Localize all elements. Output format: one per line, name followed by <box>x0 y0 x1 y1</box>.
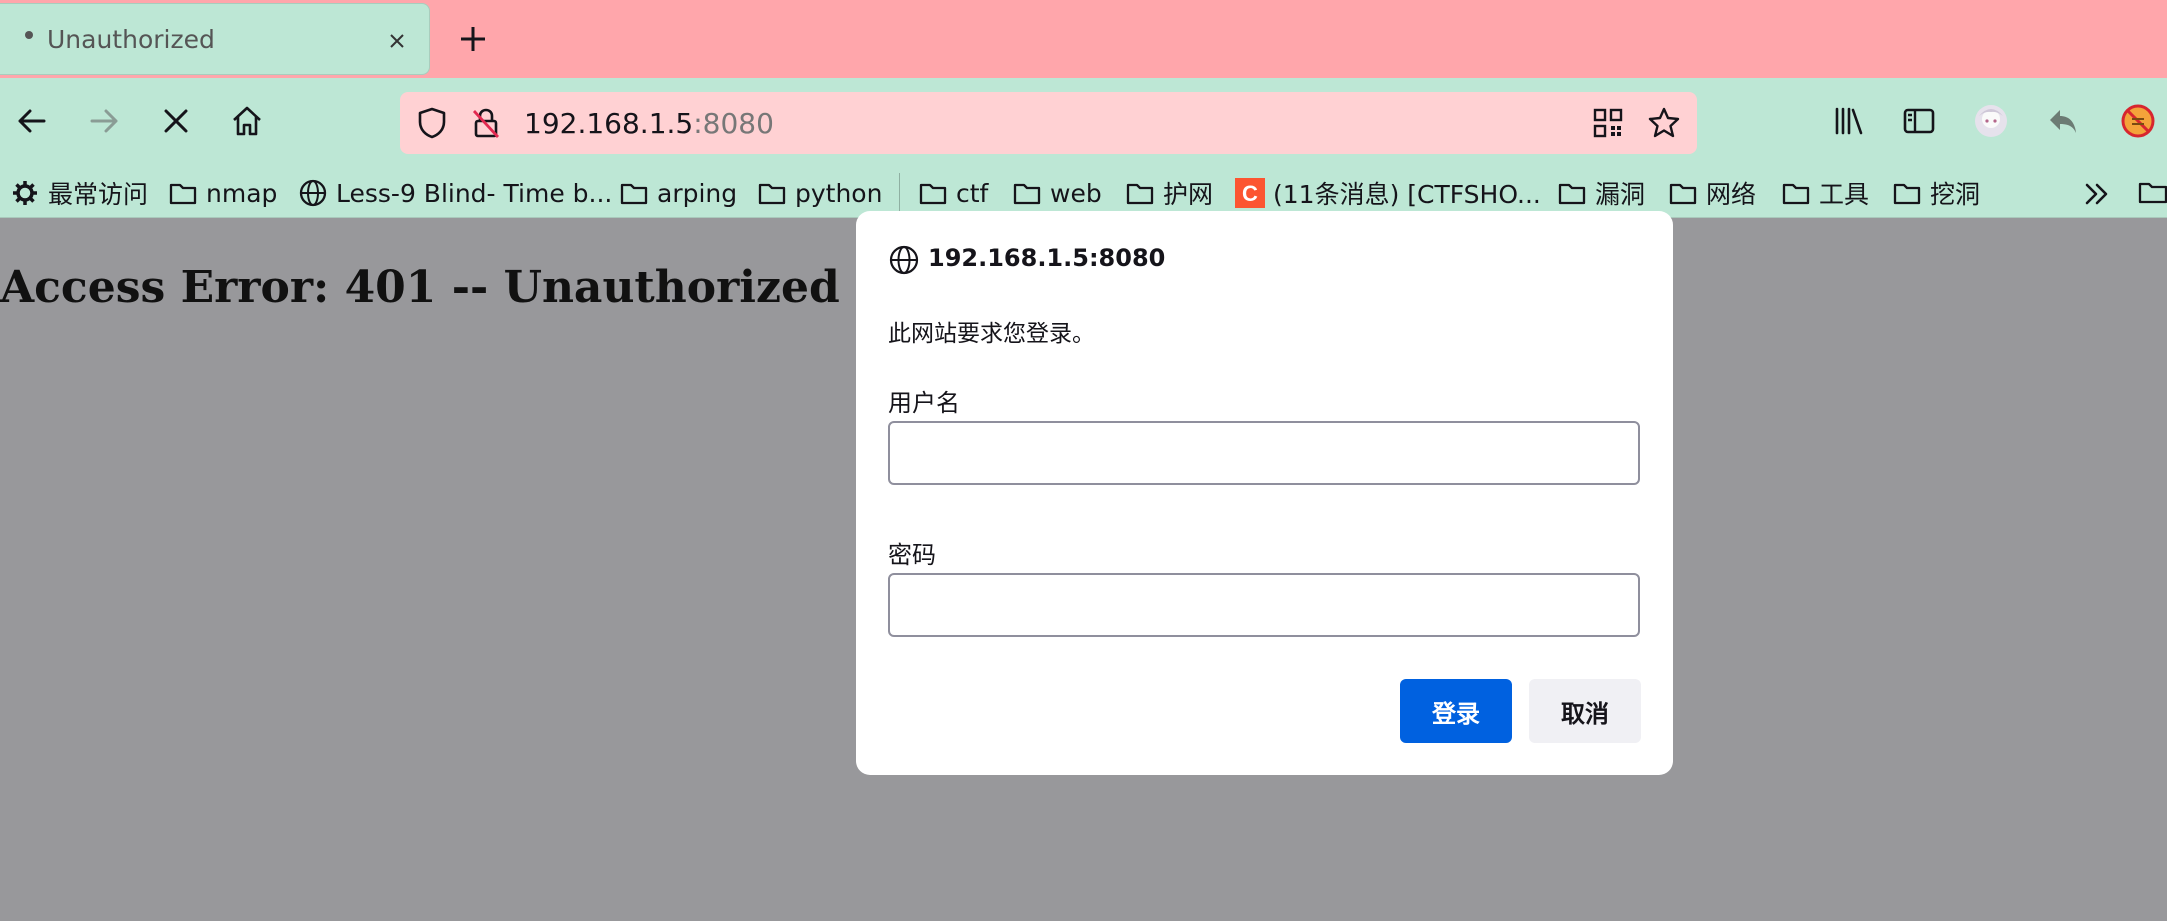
bookmark-label: 最常访问 <box>48 180 149 209</box>
plus-icon[interactable] <box>455 21 491 57</box>
avatar[interactable] <box>1972 102 2010 140</box>
undo-icon[interactable] <box>2044 102 2082 140</box>
navigation-toolbar: 192.168.1.5:8080 <box>0 78 2167 169</box>
folder-icon <box>620 183 648 205</box>
password-field[interactable] <box>888 573 1640 637</box>
url-port: :8080 <box>693 107 774 140</box>
bookmark-label: ctf <box>956 178 989 208</box>
bookmark-folder-arping[interactable]: arping <box>619 173 737 213</box>
csdn-logo-icon: C <box>1235 178 1265 208</box>
arrow-left-icon[interactable] <box>12 101 52 141</box>
bookmark-label: web <box>1050 178 1102 208</box>
dialog-message: 此网站要求您登录。 <box>888 321 1095 347</box>
bookmark-label: 护网 <box>1163 180 1214 209</box>
bookmark-label: python <box>795 178 883 208</box>
folder-icon <box>919 183 947 205</box>
bookmark-folder-web[interactable]: web <box>1012 173 1102 213</box>
bookmark-folder-python[interactable]: python <box>757 173 882 213</box>
bookmark-csdn-ctfshow[interactable]: C (11条消息) [CTFSHO... <box>1235 173 1541 213</box>
bookmark-label: 挖洞 <box>1930 180 1981 209</box>
bookmark-label: arping <box>657 178 738 208</box>
password-label: 密码 <box>888 541 936 569</box>
bookmark-folder-nmap[interactable]: nmap <box>168 173 277 213</box>
globe-icon <box>299 179 327 207</box>
svg-text:C: C <box>1242 181 1258 206</box>
insecure-lock-icon[interactable] <box>468 105 504 141</box>
folder-icon <box>1893 183 1921 205</box>
tab-unauthorized[interactable]: Unauthorized <box>0 3 430 75</box>
folder-icon <box>758 183 786 205</box>
bookmark-folder-wadong[interactable]: 挖洞 <box>1892 173 1980 213</box>
gear-icon <box>13 181 37 205</box>
library-icon[interactable] <box>1830 102 1868 140</box>
stop-icon[interactable] <box>156 101 196 141</box>
bookmark-folder-huwang[interactable]: 护网 <box>1125 173 1213 213</box>
qr-code-icon[interactable] <box>1590 105 1626 141</box>
bookmark-less-9[interactable]: Less-9 Blind- Time b... <box>298 173 612 213</box>
globe-icon <box>889 245 919 275</box>
folder-icon <box>1782 183 1810 205</box>
bookmark-label: nmap <box>206 178 278 208</box>
home-icon[interactable] <box>227 101 267 141</box>
bookmark-folder-wangluo[interactable]: 网络 <box>1668 173 1756 213</box>
cancel-button[interactable]: 取消 <box>1529 679 1641 743</box>
tab-title: Unauthorized <box>47 25 215 54</box>
bookmarks-separator <box>899 173 900 213</box>
folder-icon <box>169 183 197 205</box>
bookmark-label: (11条消息) [CTFSHO... <box>1273 180 1541 209</box>
bookmark-folder-gongju[interactable]: 工具 <box>1781 173 1869 213</box>
folder-icon <box>1126 183 1154 205</box>
dialog-origin: 192.168.1.5:8080 <box>928 244 1166 272</box>
url-bar[interactable]: 192.168.1.5:8080 <box>400 92 1697 154</box>
folder-icon[interactable] <box>2137 177 2167 209</box>
bookmark-label: 漏洞 <box>1595 180 1646 209</box>
login-button[interactable]: 登录 <box>1400 679 1512 743</box>
bookmark-label: 网络 <box>1706 180 1757 209</box>
sidebar-icon[interactable] <box>1900 102 1938 140</box>
bookmark-label: Less-9 Blind- Time b... <box>336 178 613 208</box>
bookmark-folder-ctf[interactable]: ctf <box>918 173 988 213</box>
tab-strip: Unauthorized <box>0 0 2167 78</box>
arrow-right-icon[interactable] <box>84 101 124 141</box>
star-icon[interactable] <box>1646 105 1682 141</box>
shield-icon[interactable] <box>414 105 450 141</box>
blocked-extension-icon[interactable] <box>2119 102 2157 140</box>
url-host: 192.168.1.5 <box>524 107 694 140</box>
username-label: 用户名 <box>888 389 960 417</box>
close-icon[interactable] <box>380 24 414 58</box>
chevron-double-right-icon[interactable] <box>2080 177 2114 211</box>
folder-icon <box>1013 183 1041 205</box>
page-heading: Access Error: 401 -- Unauthorized <box>0 262 840 313</box>
tab-loading-dot <box>25 31 33 39</box>
bookmark-label: 工具 <box>1819 180 1870 209</box>
folder-icon <box>1558 183 1586 205</box>
url-text[interactable]: 192.168.1.5:8080 <box>524 107 774 140</box>
auth-dialog: 192.168.1.5:8080 此网站要求您登录。 用户名 密码 登录 取消 <box>856 211 1673 775</box>
bookmark-folder-loudong[interactable]: 漏洞 <box>1557 173 1645 213</box>
username-field[interactable] <box>888 421 1640 485</box>
bookmark-most-visited[interactable]: 最常访问 <box>10 173 148 213</box>
folder-icon <box>1669 183 1697 205</box>
